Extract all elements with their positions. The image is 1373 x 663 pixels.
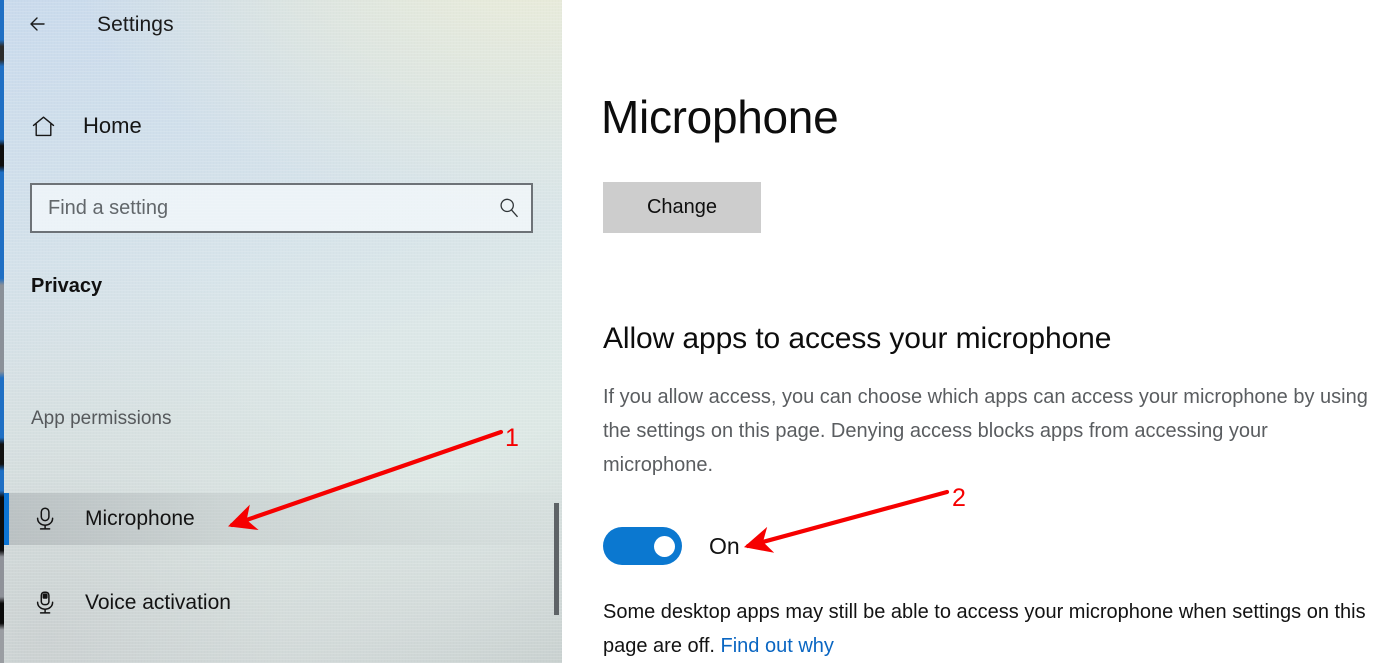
sidebar-group-header: App permissions bbox=[31, 408, 172, 429]
sidebar-item-home-label: Home bbox=[83, 113, 142, 138]
microphone-access-toggle[interactable] bbox=[603, 527, 682, 565]
footer-note-text: Some desktop apps may still be able to a… bbox=[603, 601, 1366, 657]
search-icon[interactable] bbox=[487, 185, 531, 231]
toggle-knob bbox=[654, 536, 675, 557]
footer-note: Some desktop apps may still be able to a… bbox=[603, 595, 1373, 663]
acrylic-noise-overlay bbox=[0, 0, 562, 663]
back-arrow-icon[interactable] bbox=[23, 8, 55, 40]
microphone-access-toggle-row: On bbox=[603, 527, 740, 565]
sidebar-item-microphone[interactable]: Microphone bbox=[0, 493, 562, 545]
settings-window: Settings Home Privacy App permissions bbox=[0, 0, 1373, 663]
section-description: If you allow access, you can choose whic… bbox=[603, 386, 1368, 476]
sidebar-item-voice-activation-label: Voice activation bbox=[85, 591, 231, 614]
search-box[interactable] bbox=[30, 183, 533, 233]
find-out-why-link[interactable]: Find out why bbox=[721, 635, 834, 657]
toggle-state-label: On bbox=[709, 532, 740, 559]
sidebar-section-title: Privacy bbox=[31, 275, 103, 297]
change-button[interactable]: Change bbox=[603, 182, 761, 233]
voice-activation-microphone-icon bbox=[30, 588, 60, 618]
window-title: Settings bbox=[97, 13, 174, 36]
settings-sidebar: Settings Home Privacy App permissions bbox=[0, 0, 562, 663]
search-input[interactable] bbox=[32, 196, 487, 220]
main-content-panel: Microphone Change Allow apps to access y… bbox=[562, 0, 1373, 663]
sidebar-item-voice-activation[interactable]: Voice activation bbox=[0, 577, 562, 629]
sidebar-item-home[interactable]: Home bbox=[0, 104, 562, 148]
window-left-edge bbox=[0, 0, 4, 663]
section-heading: Allow apps to access your microphone bbox=[603, 322, 1112, 355]
home-icon bbox=[28, 111, 58, 141]
microphone-icon bbox=[30, 504, 60, 534]
sidebar-scrollbar-thumb[interactable] bbox=[554, 503, 559, 615]
page-title: Microphone bbox=[601, 91, 839, 143]
sidebar-item-microphone-label: Microphone bbox=[85, 507, 195, 530]
